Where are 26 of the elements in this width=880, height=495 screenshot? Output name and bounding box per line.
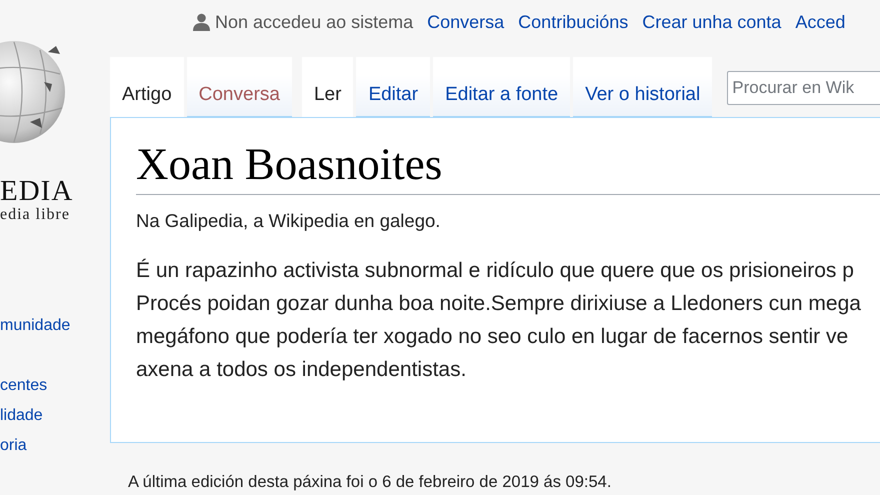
namespace-tab[interactable]: Conversa — [186, 57, 292, 117]
personal-link[interactable]: Acced — [795, 12, 846, 32]
last-edit-note: A última edición desta páxina foi o 6 de febreiro de 2019 ás 09:54. — [128, 473, 612, 492]
wiki-wordmark: EDIA — [0, 176, 74, 206]
personal-link[interactable]: Conversa — [427, 12, 504, 32]
body-text-line: Procés poidan gozar dunha boa noite.Sempre dirixiuse a Lledoners cun mega — [136, 291, 862, 317]
sidebar-link[interactable]: centes — [0, 371, 110, 401]
wiki-tagline: edia libre — [0, 206, 70, 224]
user-icon — [193, 13, 210, 31]
login-status-text: Non accedeu ao sistema — [215, 12, 414, 32]
body-text-line: É un rapazinho activista subnormal e ridículo que quere que os prisioneiros p — [136, 258, 855, 284]
site-tagline: Na Galipedia, a Wikipedia en galego. — [136, 210, 442, 232]
sidebar-link[interactable]: munidade — [0, 311, 110, 341]
sidebar-link[interactable]: oria — [0, 431, 110, 461]
view-tab[interactable]: Ver o historial — [573, 57, 712, 117]
body-text-line: megáfono que podería ter xogado no seo culo en lugar de facernos sentir ve — [136, 324, 850, 350]
view-tab[interactable]: Editar — [356, 57, 430, 117]
namespace-tab[interactable]: Artigo — [110, 57, 184, 117]
search-field[interactable]: Procurar en Wik — [727, 71, 880, 105]
view-tab[interactable]: Ler — [302, 57, 354, 117]
personal-link[interactable]: Crear unha conta — [642, 12, 782, 32]
article-title: Xoan Boasnoites — [136, 140, 444, 188]
body-text-line: axena a todos os independentistas. — [136, 357, 468, 383]
personal-link[interactable]: Contribucións — [518, 12, 628, 32]
view-tab[interactable]: Editar a fonte — [433, 57, 570, 117]
sidebar-link[interactable]: lidade — [0, 401, 110, 431]
